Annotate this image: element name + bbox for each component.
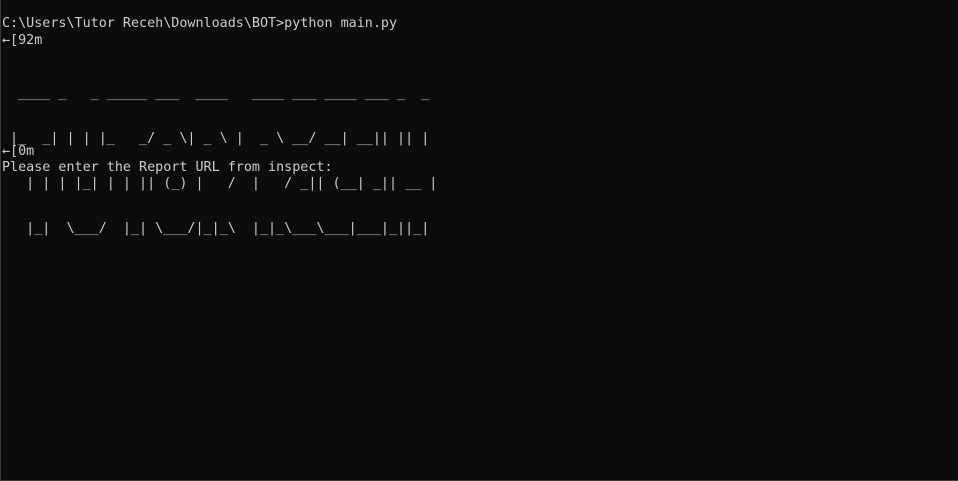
input-prompt-text: Please enter the Report URL from inspect… bbox=[2, 160, 333, 175]
input-prompt[interactable]: Please enter the Report URL from inspect… bbox=[2, 160, 333, 176]
ansi-escape-end: ←[0m bbox=[2, 144, 35, 159]
banner-line-2: |_ _| | | |_ _/ _ \| _ \ | _ \ __/ __| _… bbox=[2, 131, 430, 146]
console-window[interactable]: C:\Users\Tutor Receh\Downloads\BOT>pytho… bbox=[0, 0, 958, 481]
ansi-escape-start: ←[92m bbox=[2, 33, 43, 48]
banner-line-3: | | | |_| | | || (_) | / | / _|| (__| _|… bbox=[2, 176, 438, 191]
banner-line-4: |_| \___/ |_| \___/|_|_\ |_|_\___\___|__… bbox=[2, 221, 430, 236]
command-line: C:\Users\Tutor Receh\Downloads\BOT>pytho… bbox=[2, 16, 398, 31]
banner-line-1: ____ _ _ _____ ___ ____ ____ ___ ____ __… bbox=[2, 86, 430, 101]
